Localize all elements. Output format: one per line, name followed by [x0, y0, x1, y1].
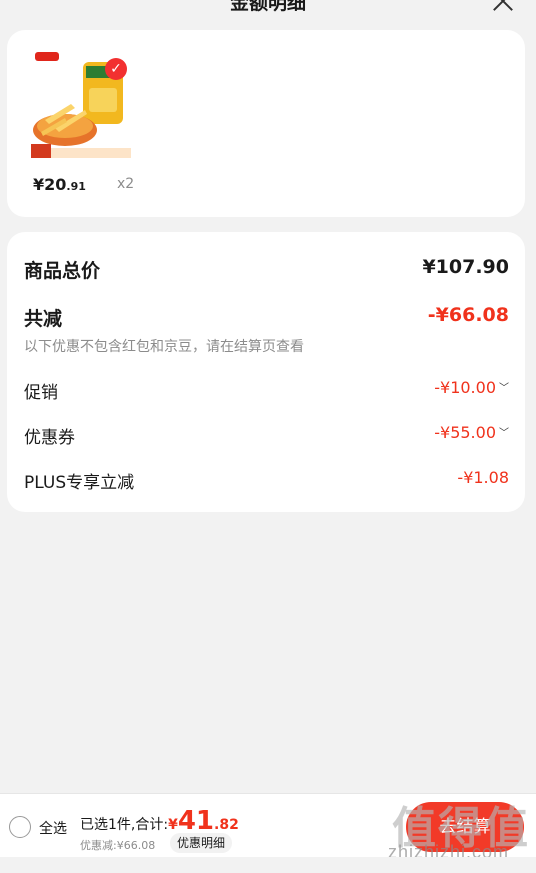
discount-amount: 优惠减:¥66.08 — [80, 839, 156, 852]
plus-label: PLUS专享立减 — [24, 473, 135, 493]
order-summary: 已选1件,合计:¥41.82 — [80, 806, 239, 836]
coupon-value-wrap: -¥55.00 ﹀ — [434, 423, 509, 442]
product-thumbnail[interactable]: ✓ — [31, 48, 131, 184]
discount-note: 以下优惠不包含红包和京豆，请在结算页查看 — [24, 339, 304, 355]
coupon-label: 优惠券 — [24, 428, 75, 448]
product-quantity: x2 — [117, 176, 135, 192]
discount-detail-button[interactable]: 优惠明细 — [170, 833, 233, 853]
price-main: ¥20 — [33, 175, 67, 194]
summary-total-int: 41 — [177, 806, 215, 836]
price-cents: .91 — [66, 180, 86, 193]
promo-value: -¥10.00 — [434, 378, 496, 397]
summary-total-dec: .82 — [214, 817, 239, 833]
bottom-strip — [0, 857, 536, 873]
promo-label: 促销 — [24, 383, 58, 403]
select-all-radio[interactable] — [9, 816, 31, 838]
amount-detail-card: 商品总价 ¥107.90 共减 -¥66.08 以下优惠不包含红包和京豆，请在结… — [7, 232, 525, 512]
coupon-value: -¥55.00 — [434, 423, 496, 442]
close-icon[interactable] — [490, 0, 516, 14]
chevron-down-icon[interactable]: ﹀ — [499, 424, 509, 439]
chevron-down-icon[interactable]: ﹀ — [499, 379, 509, 394]
selected-check-icon: ✓ — [105, 58, 127, 80]
watermark-logo: 值得值 zhizhizhi.com — [388, 796, 536, 866]
header: 金额明细 — [0, 0, 536, 22]
promo-value-wrap: -¥10.00 ﹀ — [434, 378, 509, 397]
select-all-label[interactable]: 全选 — [39, 818, 67, 838]
total-label: 商品总价 — [24, 260, 101, 282]
summary-currency: ¥ — [168, 817, 178, 833]
reduce-label: 共减 — [24, 308, 63, 330]
reduce-value: -¥66.08 — [427, 304, 509, 326]
summary-prefix: 已选1件,合计: — [80, 817, 169, 833]
product-card: ✓ ¥20.91 x2 — [7, 30, 525, 217]
product-price: ¥20.91 — [33, 175, 86, 194]
page-title: 金额明细 — [229, 0, 306, 14]
plus-value: -¥1.08 — [457, 468, 509, 487]
total-value: ¥107.90 — [422, 256, 509, 278]
